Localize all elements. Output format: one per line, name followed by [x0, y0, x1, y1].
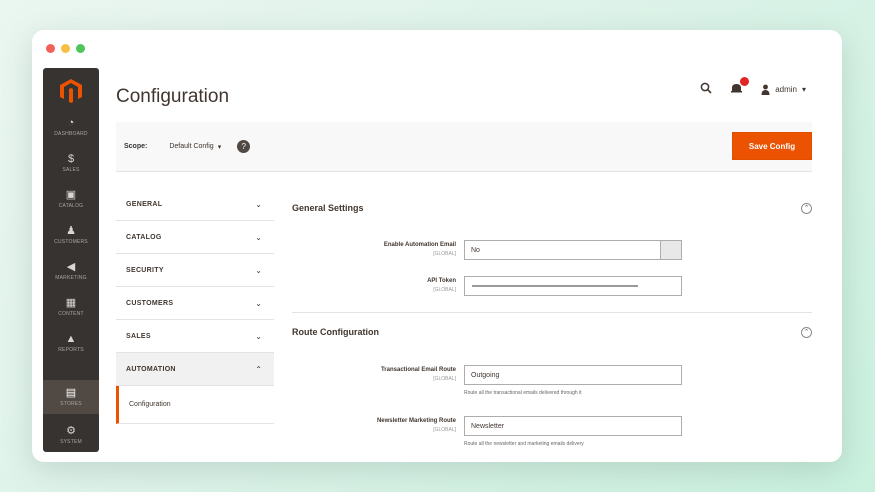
section-title: Route Configuration	[292, 327, 379, 337]
field-scope: [GLOBAL]	[433, 427, 456, 433]
save-config-button[interactable]: Save Config	[732, 132, 812, 160]
chevron-down-icon: ⌄	[255, 331, 262, 341]
tab-label: GENERAL	[126, 200, 163, 208]
chevron-down-icon: ▾	[217, 143, 222, 151]
tab-security[interactable]: SECURITY ⌄	[116, 254, 274, 287]
nav-reports[interactable]: ▲ REPORTS	[43, 326, 99, 360]
help-icon[interactable]: ?	[237, 140, 251, 153]
field-scope: [GLOBAL]	[433, 251, 456, 257]
tab-general[interactable]: GENERAL ⌄	[116, 188, 274, 221]
reports-icon: ▲	[65, 333, 77, 345]
nav-stores[interactable]: ▤ STORES	[43, 380, 99, 414]
field-label-api-token: API Token	[427, 278, 456, 284]
enable-automation-select[interactable]: No	[464, 240, 682, 260]
input-value: Outgoing	[471, 371, 500, 379]
tab-customers[interactable]: CUSTOMERS ⌄	[116, 287, 274, 320]
field-note: Route all the newsletter and marketing e…	[464, 441, 584, 447]
nav-dashboard-label: DASHBOARD	[54, 131, 88, 137]
magento-logo-icon[interactable]	[59, 78, 83, 104]
section-route-configuration[interactable]: Route Configuration ⌃	[292, 317, 812, 347]
newsletter-route-input[interactable]: Newsletter	[464, 416, 682, 436]
window-controls	[46, 44, 85, 53]
chevron-down-icon: ⌄	[255, 265, 262, 275]
field-scope: [GLOBAL]	[433, 287, 456, 293]
transactional-route-input[interactable]: Outgoing	[464, 365, 682, 385]
config-tabs: GENERAL ⌄ CATALOG ⌄ SECURITY ⌄ CUSTOMERS…	[116, 188, 274, 424]
tab-automation[interactable]: AUTOMATION ⌃	[116, 353, 274, 386]
chevron-up-icon: ⌃	[255, 364, 262, 374]
marketing-icon: ◀	[66, 261, 76, 273]
page-title: Configuration	[116, 86, 230, 107]
chevron-down-icon: ⌄	[255, 298, 262, 308]
collapse-toggle-icon[interactable]: ⌃	[801, 202, 812, 214]
app-window: ◔ DASHBOARD $ SALES ▣ CATALOG ♟ CUSTOMER…	[32, 30, 842, 462]
chevron-down-icon: ⌄	[255, 199, 262, 209]
user-name: admin	[775, 85, 797, 94]
input-value: Newsletter	[471, 422, 505, 430]
nav-customers-label: CUSTOMERS	[54, 239, 88, 245]
field-scope: [GLOBAL]	[433, 376, 456, 382]
nav-system-label: SYSTEM	[60, 439, 82, 445]
tab-label: SECURITY	[126, 266, 164, 274]
chevron-down-icon: ▾	[801, 85, 806, 94]
scope-label: Scope:	[124, 143, 148, 150]
nav-marketing-label: MARKETING	[55, 275, 87, 281]
nav-content[interactable]: ▦ CONTENT	[43, 290, 99, 324]
api-token-masked-value	[472, 285, 638, 287]
content-icon: ▦	[65, 297, 77, 309]
notification-badge	[740, 77, 750, 86]
field-label-enable-automation: Enable Automation Email	[383, 242, 456, 248]
stores-icon: ▤	[65, 387, 77, 399]
section-title: General Settings	[292, 203, 364, 213]
section-divider	[292, 312, 812, 313]
nav-dashboard[interactable]: ◔ DASHBOARD	[43, 110, 99, 144]
section-general-settings[interactable]: General Settings ⌃	[292, 193, 812, 223]
system-icon: ⚙	[66, 425, 76, 437]
scope-selected-value: Default Config	[169, 143, 214, 150]
admin-sidebar: ◔ DASHBOARD $ SALES ▣ CATALOG ♟ CUSTOMER…	[43, 68, 99, 452]
nav-content-label: CONTENT	[58, 311, 84, 317]
nav-system[interactable]: ⚙ SYSTEM	[43, 418, 99, 452]
field-note: Route all the transactional emails deliv…	[464, 390, 582, 396]
tab-label: CATALOG	[126, 233, 162, 241]
tab-sub-label: Configuration	[129, 401, 171, 408]
tab-sub-item-configuration[interactable]: Configuration	[116, 386, 274, 424]
tab-catalog[interactable]: CATALOG ⌄	[116, 221, 274, 254]
search-icon[interactable]	[700, 82, 712, 97]
nav-reports-label: REPORTS	[58, 347, 84, 353]
nav-catalog[interactable]: ▣ CATALOG	[43, 182, 99, 216]
nav-customers[interactable]: ♟ CUSTOMERS	[43, 218, 99, 252]
collapse-toggle-icon[interactable]: ⌃	[801, 326, 812, 338]
select-value: No	[471, 246, 480, 254]
nav-marketing[interactable]: ◀ MARKETING	[43, 254, 99, 288]
user-menu[interactable]: admin ▾	[761, 84, 806, 95]
field-label-newsletter-route: Newsletter Marketing Route	[376, 418, 456, 424]
nav-sales[interactable]: $ SALES	[43, 146, 99, 180]
header-actions: admin ▾	[700, 77, 806, 97]
tab-label: AUTOMATION	[126, 365, 176, 373]
nav-catalog-label: CATALOG	[58, 203, 84, 209]
close-window-button[interactable]	[46, 44, 55, 53]
chevron-down-icon: ⌄	[255, 232, 262, 242]
bell-icon[interactable]	[730, 77, 750, 97]
sales-icon: $	[67, 153, 75, 165]
customers-icon: ♟	[66, 225, 76, 237]
catalog-icon: ▣	[65, 189, 77, 201]
field-label-transactional-route: Transactional Email Route	[380, 367, 456, 373]
nav-stores-label: STORES	[60, 401, 82, 407]
scope-switcher-bar: Scope: Default Config ▾ ? Save Config	[116, 122, 812, 172]
tab-label: SALES	[126, 332, 151, 340]
dashboard-icon: ◔	[67, 117, 75, 129]
nav-sales-label: SALES	[62, 167, 80, 173]
zoom-window-button[interactable]	[76, 44, 85, 53]
minimize-window-button[interactable]	[61, 44, 70, 53]
tab-label: CUSTOMERS	[126, 299, 174, 307]
user-icon	[761, 84, 770, 95]
scope-select[interactable]: Default Config ▾	[169, 143, 221, 151]
tab-sales[interactable]: SALES ⌄	[116, 320, 274, 353]
